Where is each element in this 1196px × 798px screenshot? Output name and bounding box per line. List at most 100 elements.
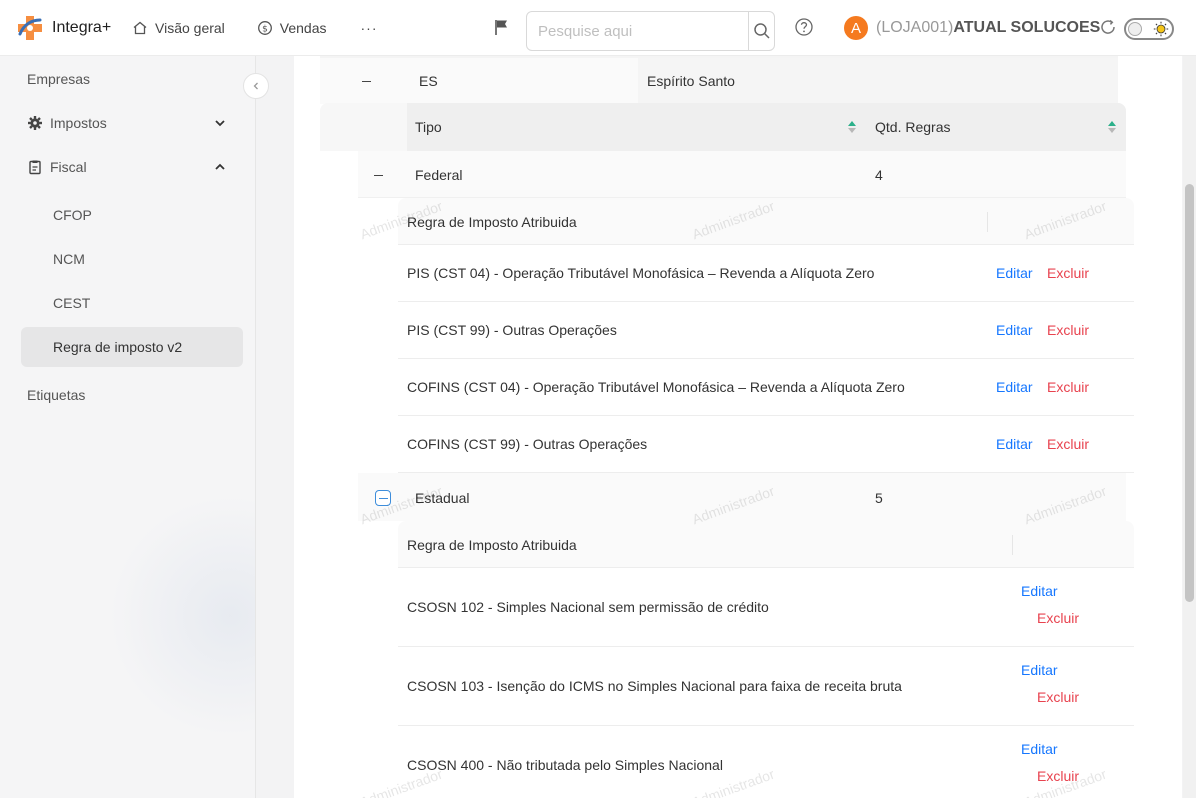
sidebar: Empresas Impostos Fiscal CFOP NCM CEST R… xyxy=(0,56,256,798)
rule-count: 4 xyxy=(875,167,883,183)
sort-icon[interactable] xyxy=(847,120,857,134)
edit-rule-link[interactable]: Editar xyxy=(1021,662,1058,678)
chevron-left-icon xyxy=(253,82,258,90)
column-header-tipo[interactable]: Tipo xyxy=(415,119,442,135)
rule-row: COFINS (CST 99) - Outras Operações Edita… xyxy=(398,416,1134,473)
integra-logo-icon xyxy=(18,15,42,40)
type-name: Federal xyxy=(415,167,463,183)
sidebar-item-cest[interactable]: CEST xyxy=(21,283,243,323)
delete-rule-link[interactable]: Excluir xyxy=(1037,768,1079,784)
state-row: ES Espírito Santo xyxy=(320,58,1118,104)
chevron-down-icon xyxy=(215,120,225,127)
rule-row: CSOSN 102 - Simples Nacional sem permiss… xyxy=(398,568,1134,647)
delete-rule-link[interactable]: Excluir xyxy=(1037,610,1079,626)
rule-name: CSOSN 102 - Simples Nacional sem permiss… xyxy=(407,599,769,615)
header-divider xyxy=(987,212,988,232)
page-scrollbar[interactable] xyxy=(1183,56,1196,798)
home-icon xyxy=(133,21,147,34)
state-name: Espírito Santo xyxy=(647,73,735,89)
delete-rule-link[interactable]: Excluir xyxy=(1047,379,1089,395)
help-icon[interactable] xyxy=(794,17,814,37)
sidebar-item-label: Regra de imposto v2 xyxy=(53,339,183,355)
header-divider xyxy=(1012,535,1013,555)
collapse-state-button[interactable] xyxy=(359,74,373,88)
delete-rule-link[interactable]: Excluir xyxy=(1047,436,1089,452)
rule-name: CSOSN 103 - Isenção do ICMS no Simples N… xyxy=(407,678,902,694)
state-name-cell: Espírito Santo xyxy=(638,58,1118,104)
delete-rule-link[interactable]: Excluir xyxy=(1047,322,1089,338)
rules-header-label: Regra de Imposto Atribuida xyxy=(407,537,577,553)
store-label[interactable]: (LOJA001)ATUAL SOLUCOES xyxy=(876,19,1100,37)
sidebar-item-cfop[interactable]: CFOP xyxy=(21,195,243,235)
main-content: ES Espírito Santo Tipo Qtd. Regras Feder… xyxy=(294,56,1182,798)
sidebar-item-impostos[interactable]: Impostos xyxy=(21,103,243,143)
type-header-band xyxy=(407,103,1126,151)
column-header-qtd-regras[interactable]: Qtd. Regras xyxy=(875,119,950,135)
rules-header-label: Regra de Imposto Atribuida xyxy=(407,214,577,230)
edit-rule-link[interactable]: Editar xyxy=(996,322,1033,338)
type-row-federal: Federal 4 xyxy=(358,151,1126,198)
scrollbar-thumb[interactable] xyxy=(1185,184,1194,602)
sort-icon[interactable] xyxy=(1107,120,1117,134)
sidebar-item-fiscal[interactable]: Fiscal xyxy=(21,147,243,187)
sidebar-item-label: NCM xyxy=(53,251,85,267)
gear-icon xyxy=(28,116,42,130)
refresh-icon[interactable] xyxy=(1099,18,1117,36)
nav-visao-geral[interactable]: Visão geral xyxy=(132,20,225,36)
sidebar-collapse-button[interactable] xyxy=(243,73,269,99)
sidebar-item-regra-de-imposto-v2[interactable]: Regra de imposto v2 xyxy=(21,327,243,367)
rules-header-estadual: Regra de Imposto Atribuida xyxy=(398,521,1134,568)
rule-row: CSOSN 400 - Não tributada pelo Simples N… xyxy=(398,726,1134,798)
sidebar-item-label: Fiscal xyxy=(50,159,87,175)
type-row-estadual: Estadual 5 xyxy=(358,473,1126,521)
chevron-up-icon xyxy=(215,163,225,170)
search-button[interactable] xyxy=(748,12,774,50)
nav-more-button[interactable]: ··· xyxy=(361,20,378,36)
sidebar-item-label: Etiquetas xyxy=(27,387,86,403)
flag-icon[interactable] xyxy=(492,17,512,37)
app-logo[interactable]: Integra+ xyxy=(14,12,132,44)
rule-row: CSOSN 103 - Isenção do ICMS no Simples N… xyxy=(398,647,1134,726)
app-name: Integra+ xyxy=(52,18,112,36)
sidebar-item-empresas[interactable]: Empresas xyxy=(21,59,243,99)
edit-rule-link[interactable]: Editar xyxy=(1021,583,1058,599)
sidebar-item-ncm[interactable]: NCM xyxy=(21,239,243,279)
delete-rule-link[interactable]: Excluir xyxy=(1047,265,1089,281)
nav-label: Visão geral xyxy=(155,19,225,36)
top-header: Integra+ Visão geral $ Vendas ··· A (LOJ… xyxy=(0,0,1196,56)
rule-row: PIS (CST 04) - Operação Tributável Monof… xyxy=(398,245,1134,302)
rule-name: PIS (CST 99) - Outras Operações xyxy=(407,322,617,338)
svg-text:$: $ xyxy=(262,24,268,34)
rule-row: PIS (CST 99) - Outras Operações Editar E… xyxy=(398,302,1134,359)
search-input[interactable] xyxy=(527,12,748,50)
nav-vendas[interactable]: $ Vendas xyxy=(257,20,327,36)
store-name: ATUAL SOLUCOES xyxy=(953,19,1101,36)
rules-header-federal: Regra de Imposto Atribuida xyxy=(398,198,1134,245)
sun-icon xyxy=(1153,21,1169,37)
sidebar-item-label: CEST xyxy=(53,295,91,311)
delete-rule-link[interactable]: Excluir xyxy=(1037,689,1079,705)
sidebar-item-etiquetas[interactable]: Etiquetas xyxy=(21,375,243,415)
search-box xyxy=(526,11,775,51)
search-icon xyxy=(753,23,770,39)
rule-row: COFINS (CST 04) - Operação Tributável Mo… xyxy=(398,359,1134,416)
rule-count: 5 xyxy=(875,490,883,506)
rule-name: PIS (CST 04) - Operação Tributável Monof… xyxy=(407,265,875,281)
dollar-circle-icon: $ xyxy=(257,20,272,35)
collapse-estadual-button[interactable] xyxy=(375,490,391,506)
collapse-federal-button[interactable] xyxy=(371,168,385,182)
sidebar-item-label: Empresas xyxy=(27,71,91,87)
theme-toggle[interactable] xyxy=(1124,18,1174,40)
state-code: ES xyxy=(419,73,438,89)
store-code: (LOJA001) xyxy=(876,19,954,36)
edit-rule-link[interactable]: Editar xyxy=(996,379,1033,395)
nav-label: Vendas xyxy=(279,19,327,36)
user-avatar[interactable]: A xyxy=(844,16,868,40)
type-table-header: Tipo Qtd. Regras xyxy=(320,103,1126,151)
edit-rule-link[interactable]: Editar xyxy=(996,265,1033,281)
toggle-knob xyxy=(1128,22,1142,36)
edit-rule-link[interactable]: Editar xyxy=(1021,741,1058,757)
type-name: Estadual xyxy=(415,490,470,506)
rule-name: COFINS (CST 99) - Outras Operações xyxy=(407,436,648,452)
edit-rule-link[interactable]: Editar xyxy=(996,436,1033,452)
